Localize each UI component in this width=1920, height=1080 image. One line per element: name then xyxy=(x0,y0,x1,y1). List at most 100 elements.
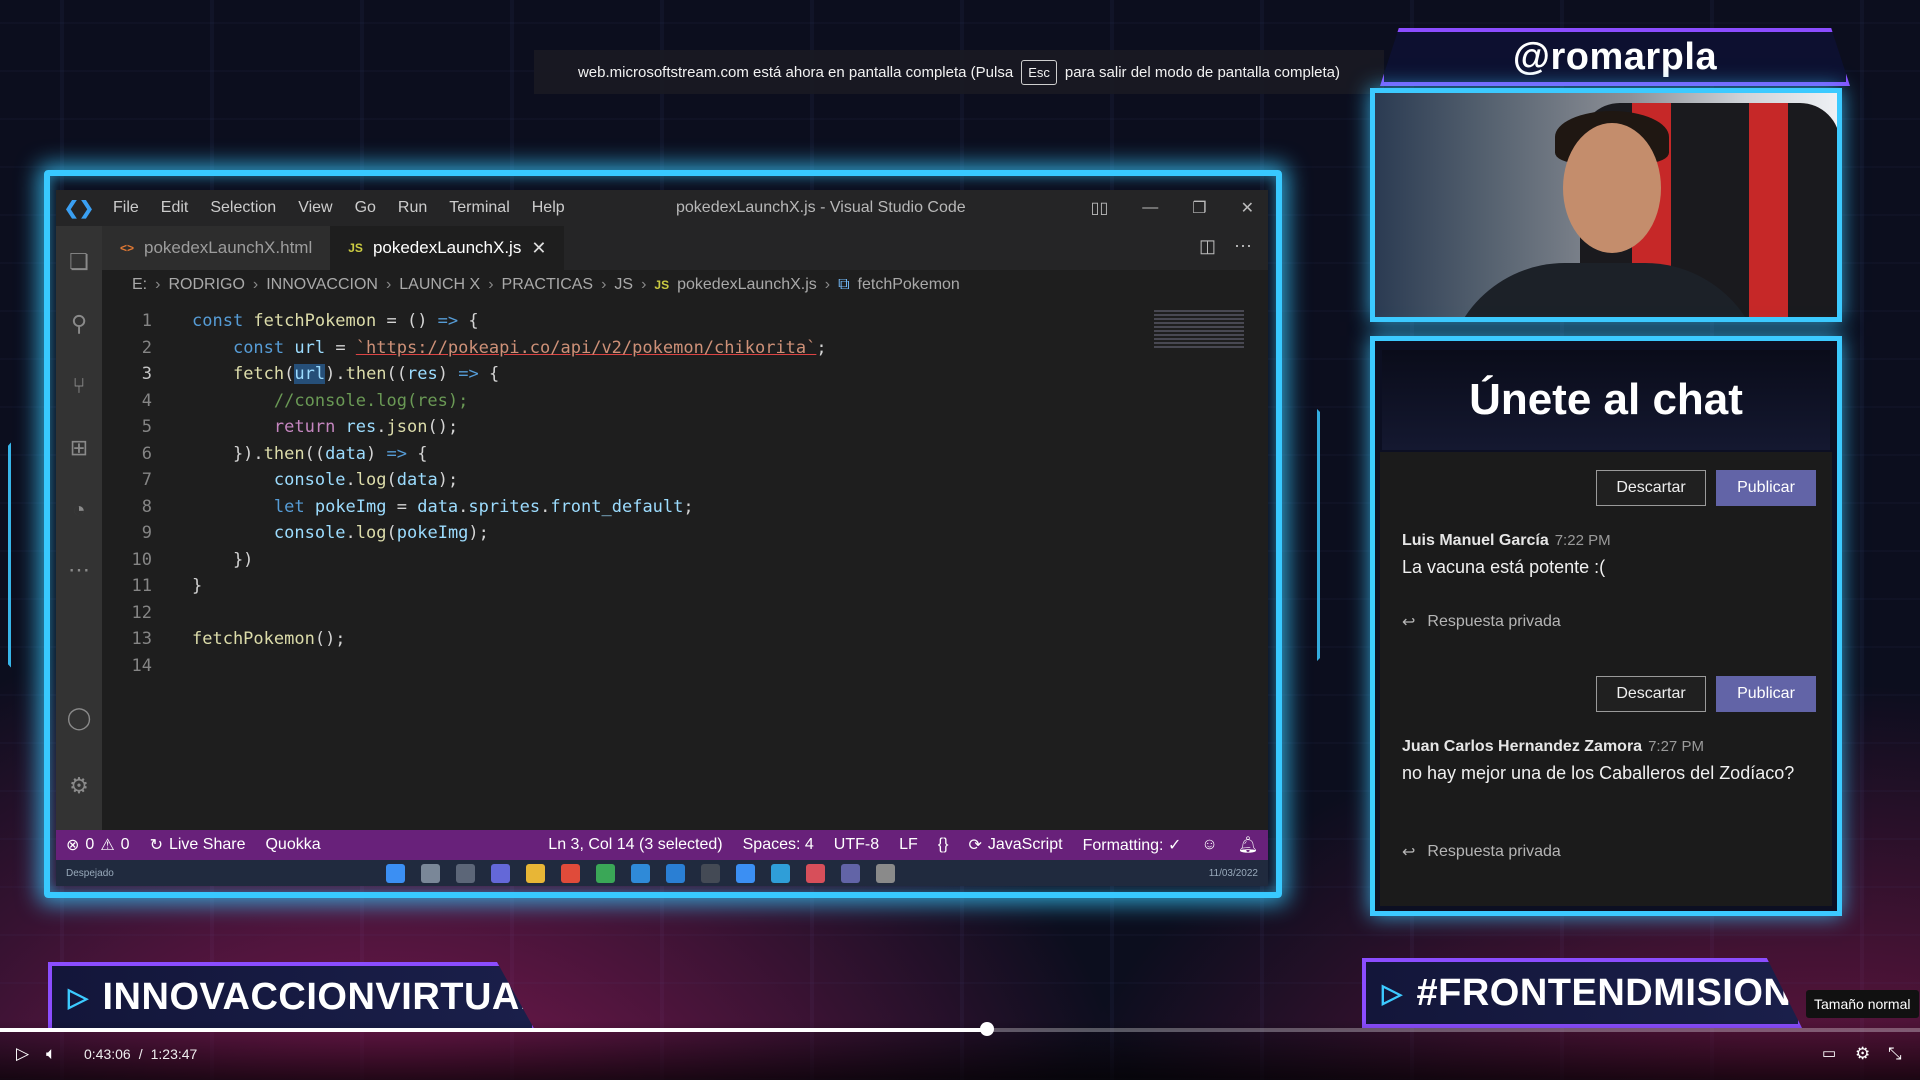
menu-selection[interactable]: Selection xyxy=(199,199,287,217)
explorer-icon[interactable]: ❏ xyxy=(65,248,93,276)
cursor-position[interactable]: Ln 3, Col 14 (3 selected) xyxy=(538,836,732,854)
menu-file[interactable]: File xyxy=(102,199,150,217)
app-icon[interactable] xyxy=(876,863,895,883)
discard-button[interactable]: Descartar xyxy=(1596,676,1706,712)
live-share-status[interactable]: ↻ Live Share xyxy=(140,835,256,855)
restore-icon[interactable]: ❐ xyxy=(1192,198,1206,218)
chevron-right-icon: › xyxy=(824,276,831,293)
more-icon[interactable]: ⋯ xyxy=(65,556,93,584)
minimap[interactable] xyxy=(1154,310,1244,350)
notifications-icon[interactable]: 🔔︎ xyxy=(1228,835,1268,855)
source-control-icon[interactable]: ⑂ xyxy=(65,372,93,400)
feedback-icon[interactable]: ☺ xyxy=(1191,836,1227,854)
tab-html-file[interactable]: <> pokedexLaunchX.html xyxy=(102,226,331,270)
progress-thumb[interactable] xyxy=(979,1022,994,1036)
weather-widget[interactable]: Despejado xyxy=(56,868,296,879)
formatting-status[interactable]: Formatting: ✓ xyxy=(1073,835,1192,855)
duration: 1:23:47 xyxy=(150,1046,198,1062)
private-reply-link[interactable]: ↩ Respuesta privada xyxy=(1402,842,1561,862)
start-icon[interactable] xyxy=(386,863,405,883)
problems-status[interactable]: ⊗ 0 ⚠ 0 xyxy=(56,835,140,855)
code-line[interactable]: 13 fetchPokemon(); xyxy=(102,626,346,653)
publish-button[interactable]: Publicar xyxy=(1716,470,1816,506)
private-reply-link[interactable]: ↩ Respuesta privada xyxy=(1402,612,1561,632)
chat-icon[interactable] xyxy=(491,863,510,883)
terminal-icon[interactable] xyxy=(701,863,720,883)
breadcrumb-item[interactable]: JS xyxy=(614,276,633,294)
code-line[interactable]: 6 }).then((data) => { xyxy=(102,441,428,468)
status-bar: ⊗ 0 ⚠ 0 ↻ Live Share Quokka Ln 3, Col 14… xyxy=(56,830,1268,860)
eol-status[interactable]: LF xyxy=(889,836,928,854)
app-icon[interactable] xyxy=(631,863,650,883)
close-tab-icon[interactable]: ✕ xyxy=(531,238,546,259)
breadcrumb-item[interactable]: INNOVACCION xyxy=(266,276,378,294)
braces-icon[interactable]: {} xyxy=(928,836,959,854)
menu-help[interactable]: Help xyxy=(521,199,576,217)
edge-icon[interactable] xyxy=(771,863,790,883)
minimize-icon[interactable]: — xyxy=(1142,199,1158,217)
teams-icon[interactable] xyxy=(841,863,860,883)
line-code: console.log(pokeImg); xyxy=(164,523,489,543)
menu-edit[interactable]: Edit xyxy=(150,199,200,217)
code-line[interactable]: 5 return res.json(); xyxy=(102,414,458,441)
menu-run[interactable]: Run xyxy=(387,199,438,217)
split-editor-icon[interactable]: ◫ xyxy=(1199,236,1216,257)
account-icon[interactable]: ◯ xyxy=(65,704,93,732)
app-icon[interactable] xyxy=(806,863,825,883)
code-line[interactable]: 12 xyxy=(102,600,192,627)
encoding-status[interactable]: UTF-8 xyxy=(824,836,889,854)
code-line[interactable]: 4 //console.log(res); xyxy=(102,388,469,415)
progress-bar[interactable] xyxy=(0,1022,1920,1036)
code-line[interactable]: 14 xyxy=(102,653,192,680)
search-icon[interactable] xyxy=(421,863,440,883)
code-line[interactable]: 10 }) xyxy=(102,547,254,574)
discard-button[interactable]: Descartar xyxy=(1596,470,1706,506)
code-line[interactable]: 1 const fetchPokemon = () => { xyxy=(102,308,479,335)
language-status[interactable]: ⟳ JavaScript xyxy=(958,835,1072,855)
code-editor[interactable]: 1 const fetchPokemon = () => {2 const url… xyxy=(102,300,1268,860)
breadcrumb-item[interactable]: PRACTICAS xyxy=(502,276,594,294)
breadcrumb-symbol[interactable]: fetchPokemon xyxy=(858,276,960,294)
chrome-icon[interactable] xyxy=(561,863,580,883)
code-line[interactable]: 8 let pokeImg = data.sprites.front_defau… xyxy=(102,494,694,521)
sync-icon: ⟳ xyxy=(968,837,982,854)
code-line[interactable]: 3 fetch(url).then((res) => { xyxy=(102,361,499,388)
file-explorer-icon[interactable] xyxy=(526,863,545,883)
more-actions-icon[interactable]: ⋯ xyxy=(1234,236,1252,257)
breadcrumb-file[interactable]: pokedexLaunchX.js xyxy=(677,276,817,294)
line-code: console.log(data); xyxy=(164,470,458,490)
line-number: 11 xyxy=(131,576,152,597)
settings-icon[interactable]: ⚙ xyxy=(1855,1044,1870,1064)
menu-go[interactable]: Go xyxy=(344,199,387,217)
code-line[interactable]: 9 console.log(pokeImg); xyxy=(102,520,489,547)
search-icon[interactable]: ⚲ xyxy=(65,310,93,338)
task-view-icon[interactable] xyxy=(456,863,475,883)
layout-icon[interactable]: ▯▯ xyxy=(1091,198,1109,218)
breadcrumb-item[interactable]: RODRIGO xyxy=(168,276,244,294)
close-window-icon[interactable]: ✕ xyxy=(1241,198,1254,218)
code-line[interactable]: 11} xyxy=(102,573,203,600)
volume-icon[interactable]: 🔈︎ xyxy=(46,1044,56,1064)
menu-view[interactable]: View xyxy=(287,199,343,217)
extensions-icon[interactable]: ⊞ xyxy=(65,434,93,462)
html-file-icon: <> xyxy=(120,241,135,255)
play-icon[interactable]: ▷ xyxy=(16,1044,29,1064)
quokka-status[interactable]: Quokka xyxy=(255,836,330,854)
todo-icon[interactable] xyxy=(736,863,755,883)
taskbar-date[interactable]: 11/03/2022 xyxy=(1209,868,1268,879)
chrome-icon[interactable] xyxy=(596,863,615,883)
code-line[interactable]: 2 const url = `https://pokeapi.co/api/v2… xyxy=(102,335,827,362)
breadcrumb-item[interactable]: LAUNCH X xyxy=(399,276,480,294)
publish-button[interactable]: Publicar xyxy=(1716,676,1816,712)
vscode-icon[interactable] xyxy=(666,863,685,883)
menu-terminal[interactable]: Terminal xyxy=(438,199,520,217)
gear-icon[interactable]: ⚙ xyxy=(65,772,93,800)
captions-icon[interactable]: ▭ xyxy=(1822,1044,1836,1062)
tab-js-file[interactable]: JS pokedexLaunchX.js ✕ xyxy=(330,226,565,270)
indentation-status[interactable]: Spaces: 4 xyxy=(733,836,824,854)
breadcrumb-item[interactable]: E: xyxy=(132,276,147,294)
remote-explorer-icon[interactable]: ◔ xyxy=(65,496,93,524)
fullscreen-exit-icon[interactable]: ⤡ xyxy=(1888,1044,1902,1064)
language-label: JavaScript xyxy=(987,836,1063,853)
code-line[interactable]: 7 console.log(data); xyxy=(102,467,458,494)
